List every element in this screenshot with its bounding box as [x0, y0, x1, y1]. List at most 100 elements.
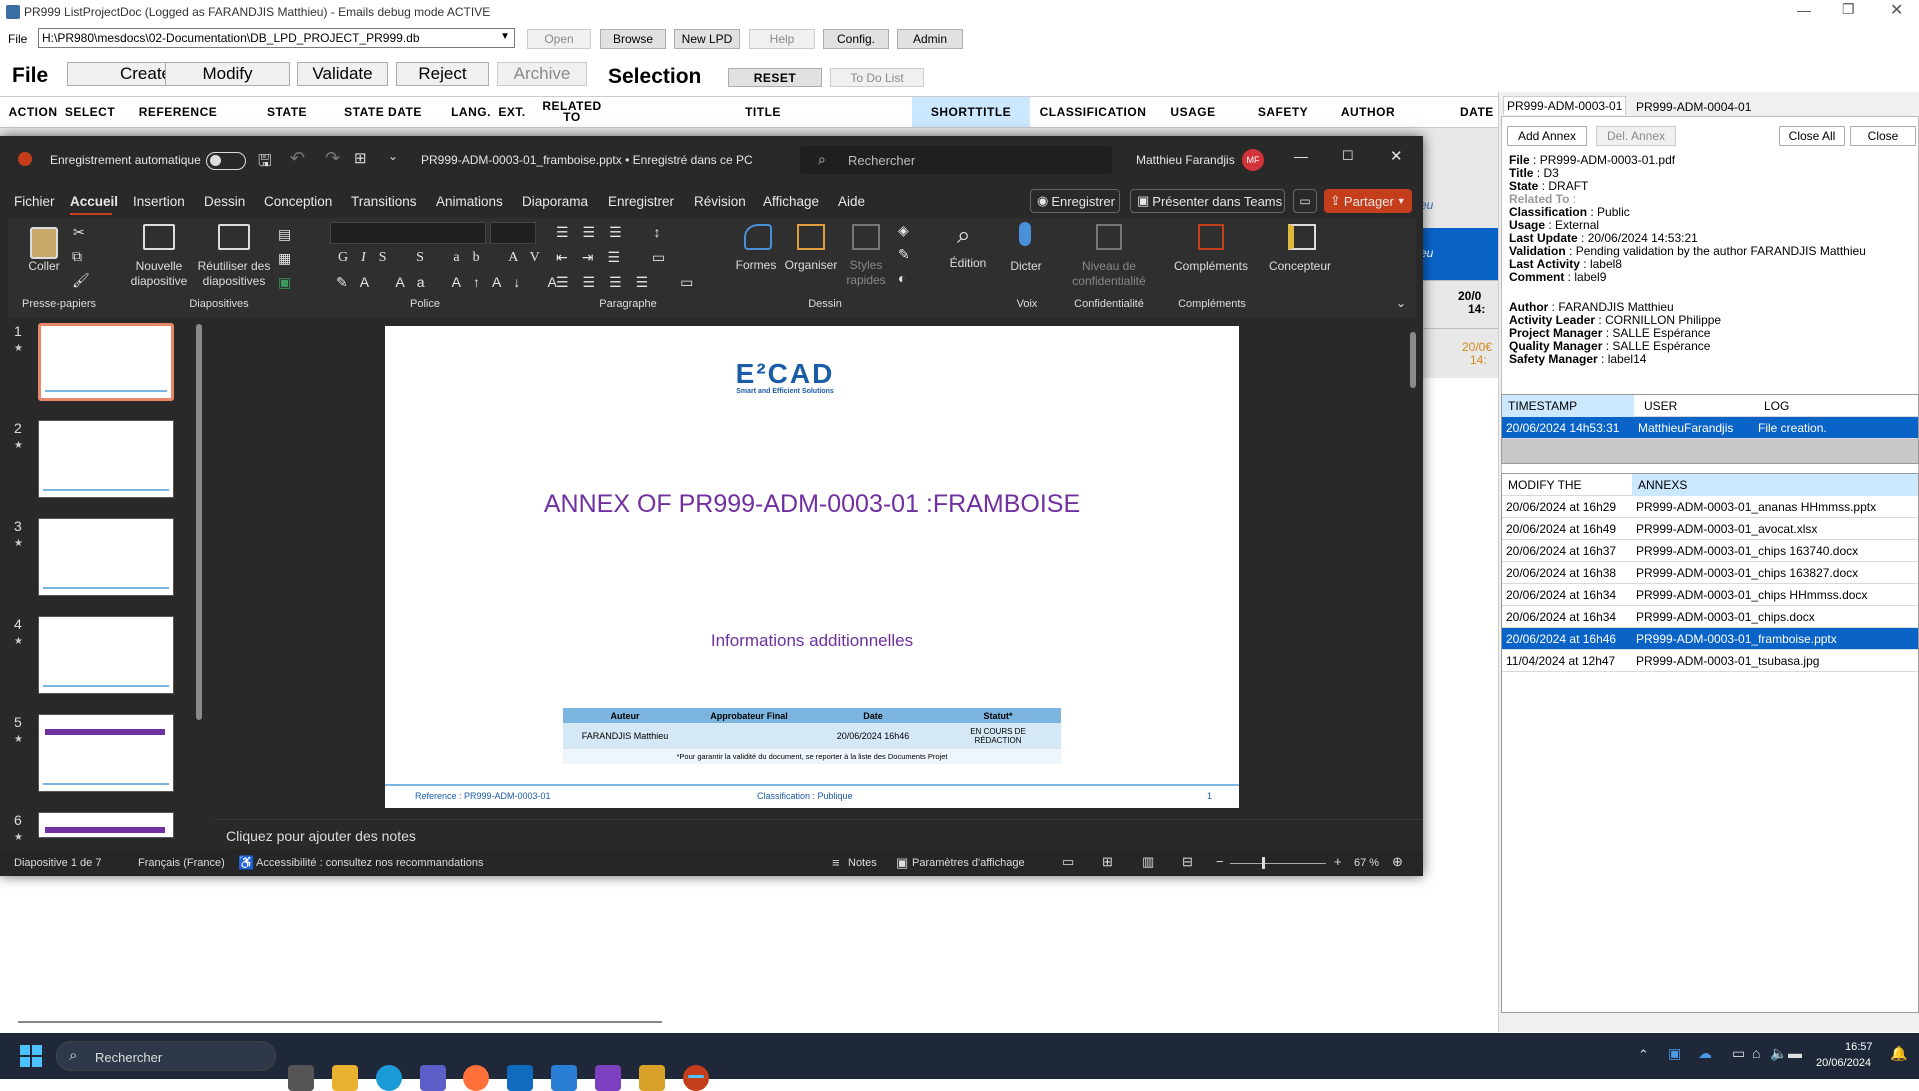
chevron-up-icon[interactable]: ⌃ — [1638, 1047, 1649, 1063]
ribbon-tab[interactable]: Conception — [264, 194, 332, 209]
annex-row[interactable]: 20/06/2024 at 16h49 PR999-ADM-0003-01_avo… — [1502, 518, 1918, 540]
grid-cell[interactable]: 14: — [1470, 353, 1487, 367]
undo-icon[interactable]: ↶ — [290, 148, 305, 169]
teams-button[interactable]: ▣ Présenter dans Teams — [1130, 189, 1285, 213]
column-header[interactable]: REFERENCE — [118, 97, 238, 127]
display-icon[interactable]: ▭ — [1732, 1045, 1745, 1062]
reuse-slides-label[interactable]: Réutiliser des diapositives — [194, 259, 274, 289]
table-row[interactable] — [1423, 228, 1498, 280]
maximize-icon[interactable]: ❐ — [1842, 1, 1855, 18]
ribbon-tab[interactable]: Fichier — [14, 194, 55, 209]
todo-button[interactable]: To Do List — [830, 68, 924, 87]
normal-view-icon[interactable]: ▭ — [1062, 854, 1074, 870]
grid-cell[interactable]: 14: — [1468, 302, 1485, 316]
microphone-icon[interactable] — [1019, 222, 1031, 246]
annex-row[interactable]: 20/06/2024 at 16h38 PR999-ADM-0003-01_chi… — [1502, 562, 1918, 584]
config-button[interactable]: Config. — [823, 29, 889, 49]
add-annex-button[interactable]: Add Annex — [1507, 126, 1587, 146]
ribbon-tab[interactable]: Dessin — [204, 194, 245, 209]
column-header[interactable]: STATE DATE — [335, 97, 431, 127]
designer-icon[interactable] — [1288, 224, 1316, 250]
column-header[interactable]: DATE — [1460, 97, 1500, 127]
ribbon-tab[interactable]: Animations — [436, 194, 503, 209]
annex-row[interactable]: 11/04/2024 at 12h47 PR999-ADM-0003-01_tsu… — [1502, 650, 1918, 672]
status-accessibility[interactable]: Accessibilité : consultez nos recommanda… — [256, 857, 483, 869]
reset-slide-icon[interactable]: ▦ — [278, 250, 291, 267]
column-header[interactable]: EXT. — [495, 97, 529, 127]
zoom-slider[interactable] — [1230, 863, 1326, 864]
notification-icon[interactable]: 🔔 — [1890, 1045, 1907, 1062]
slide-thumbnail[interactable] — [38, 420, 174, 498]
fit-slide-icon[interactable]: ⊕ — [1392, 854, 1403, 870]
volume-icon[interactable]: 🔈 — [1770, 1045, 1787, 1062]
clock-date[interactable]: 20/06/2024 — [1816, 1057, 1871, 1069]
tray-app-icon[interactable]: ▣ — [1668, 1045, 1681, 1062]
autosave-toggle[interactable] — [206, 152, 246, 170]
designer-label[interactable]: Concepteur — [1262, 259, 1338, 274]
quick-styles-label[interactable]: Styles rapides — [842, 258, 890, 288]
grid-cell[interactable]: 20/0€ — [1462, 340, 1492, 354]
slide-scrollbar[interactable] — [1410, 332, 1416, 388]
minimize-icon[interactable]: — — [1797, 2, 1811, 18]
cut-icon[interactable]: ✂ — [73, 224, 85, 241]
annex-row[interactable]: 20/06/2024 at 16h46 PR999-ADM-0003-01_fra… — [1502, 628, 1918, 650]
display-icon[interactable]: ▣ — [896, 855, 908, 871]
arrange-icon[interactable] — [797, 224, 825, 250]
paste-label[interactable]: Coller — [26, 259, 62, 274]
horizontal-scrollbar[interactable] — [18, 1021, 662, 1023]
copy-icon[interactable]: ⧉ — [72, 248, 82, 265]
column-header[interactable]: SAFETY — [1252, 97, 1314, 127]
status-notes[interactable]: Notes — [848, 857, 877, 869]
grid-cell[interactable]: 20/0 — [1458, 289, 1481, 303]
teams-icon[interactable] — [420, 1065, 446, 1091]
share-button[interactable]: ⇪ Partager ▼ — [1324, 189, 1412, 213]
tab-doc-1[interactable]: PR999-ADM-0003-01 — [1503, 96, 1627, 115]
zoom-in-icon[interactable]: + — [1334, 854, 1342, 869]
customize-icon[interactable]: ⌄ — [388, 149, 398, 163]
column-header[interactable]: CLASSIFICATION — [1036, 97, 1150, 127]
slide-thumbnail[interactable] — [38, 323, 174, 401]
column-header[interactable]: SHORTTITLE — [912, 97, 1030, 127]
paste-icon[interactable] — [30, 227, 58, 259]
slide-thumbnail[interactable] — [38, 518, 174, 596]
status-display[interactable]: Paramètres d'affichage — [912, 857, 1025, 869]
column-header[interactable]: RELATED TO — [534, 97, 610, 127]
redo-icon[interactable]: ↷ — [325, 148, 340, 169]
slide-thumbnail[interactable] — [38, 812, 174, 838]
editing-label[interactable]: Édition — [942, 256, 994, 271]
outlook-icon[interactable] — [507, 1065, 533, 1091]
sensitivity-label[interactable]: Niveau de confidentialité — [1060, 259, 1158, 289]
shapes-icon[interactable] — [744, 224, 772, 250]
notes-icon[interactable]: ≡ — [832, 855, 840, 870]
column-header[interactable]: USAGE — [1160, 97, 1226, 127]
tab-doc-2[interactable]: PR999-ADM-0004-01 — [1633, 98, 1754, 116]
firefox-icon[interactable] — [463, 1065, 489, 1091]
db-path-combo[interactable]: H:\PR980\mesdocs\02-Documentation\DB_LPD… — [38, 28, 515, 48]
annex-row[interactable]: 20/06/2024 at 16h34 PR999-ADM-0003-01_chi… — [1502, 584, 1918, 606]
column-header[interactable]: TITLE — [640, 97, 886, 127]
font-format-row[interactable]: GIS S ab AV — [338, 250, 553, 266]
zoom-out-icon[interactable]: − — [1216, 854, 1224, 869]
maximize-icon[interactable]: ☐ — [1342, 148, 1354, 164]
thumb-scrollbar[interactable] — [196, 324, 202, 720]
slide-thumbnail[interactable] — [38, 616, 174, 694]
column-header[interactable]: ACTION — [4, 97, 62, 127]
start-button[interactable] — [20, 1045, 42, 1067]
validate-button[interactable]: Validate — [297, 62, 388, 86]
notes-pane[interactable]: Cliquez pour ajouter des notes — [214, 819, 1423, 847]
section-icon[interactable]: ▣ — [278, 274, 291, 291]
slide-thumbnail[interactable] — [38, 714, 174, 792]
annex-row[interactable]: 20/06/2024 at 16h37 PR999-ADM-0003-01_chi… — [1502, 540, 1918, 562]
shape-outline-icon[interactable]: ✎ — [898, 246, 910, 263]
close-icon[interactable]: ✕ — [1890, 0, 1903, 20]
zoom-level[interactable]: 67 % — [1354, 857, 1379, 869]
shape-effects-icon[interactable]: ◐ — [898, 270, 906, 286]
edge-icon[interactable] — [376, 1065, 402, 1091]
ribbon-tab[interactable]: Affichage — [763, 194, 819, 209]
dictate-label[interactable]: Dicter — [1004, 259, 1048, 274]
zoom-thumb[interactable] — [1262, 857, 1265, 869]
new-slide-label[interactable]: Nouvelle diapositive — [126, 259, 192, 289]
sensitivity-icon[interactable] — [1096, 224, 1122, 250]
help-button[interactable]: Help — [749, 29, 815, 49]
visual-studio-icon[interactable] — [595, 1065, 621, 1091]
